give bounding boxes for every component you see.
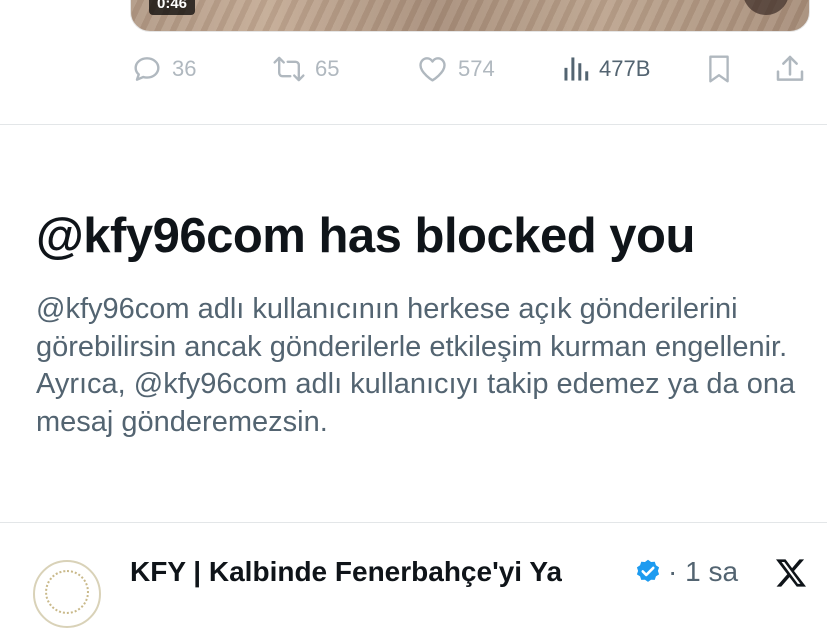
retweet-count: 65	[315, 56, 340, 81]
like-button[interactable]: 574	[416, 48, 495, 90]
section-divider	[0, 124, 827, 125]
like-count: 574	[458, 56, 495, 81]
bookmark-icon	[704, 53, 734, 85]
blocked-notice-description: @kfy96com adlı kullanıcının herkese açık…	[36, 293, 796, 438]
retweet-icon	[272, 53, 306, 85]
blocked-notice-title: @kfy96com has blocked you	[36, 209, 695, 263]
reply-count: 36	[172, 56, 197, 81]
tweet-timestamp[interactable]: · 1 sa	[668, 556, 738, 588]
views-button[interactable]: 477B	[562, 48, 650, 90]
share-button[interactable]	[774, 48, 806, 90]
video-duration-badge: 0:46	[149, 0, 196, 15]
views-icon	[562, 54, 590, 84]
verified-badge-icon	[634, 558, 662, 591]
reply-button[interactable]: 36	[131, 48, 196, 90]
video-control-button[interactable]	[743, 0, 789, 15]
avatar[interactable]	[33, 560, 101, 628]
share-icon	[774, 53, 806, 85]
section-divider	[0, 522, 827, 523]
tweet-media-video[interactable]: 0:46	[130, 0, 810, 32]
tweet-action-bar: 36 65 574 477B	[0, 48, 827, 90]
author-name[interactable]: KFY | Kalbinde Fenerbahçe'yi Ya	[130, 556, 562, 588]
reply-icon	[131, 53, 163, 85]
retweet-button[interactable]: 65	[272, 48, 339, 90]
views-count: 477B	[599, 56, 651, 81]
bookmark-button[interactable]	[704, 48, 734, 90]
like-icon	[416, 53, 449, 85]
